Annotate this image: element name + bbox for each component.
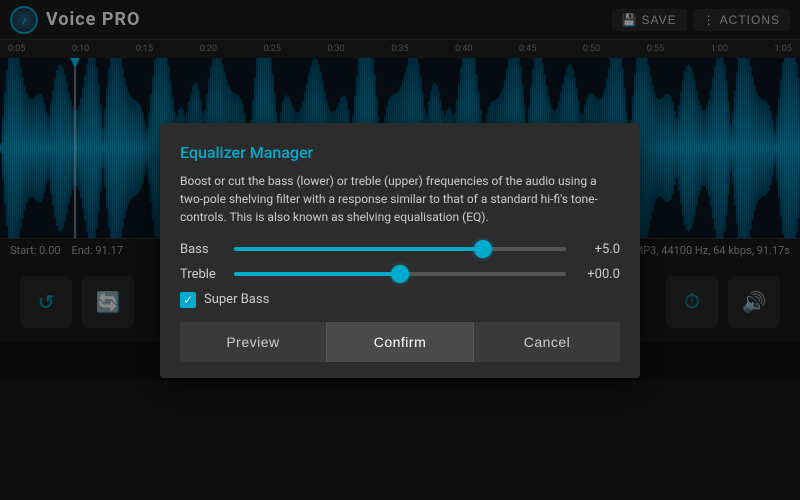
preview-button[interactable]: Preview	[180, 322, 326, 362]
treble-fill	[234, 272, 400, 276]
bass-value: +5.0	[576, 242, 620, 257]
bass-thumb	[474, 240, 492, 258]
treble-thumb	[391, 265, 409, 283]
cancel-button[interactable]: Cancel	[473, 322, 620, 362]
super-bass-label: Super Bass	[204, 292, 269, 307]
treble-slider-row: Treble +00.0	[180, 267, 620, 282]
bass-fill	[234, 247, 483, 251]
super-bass-checkbox[interactable]: ✓	[180, 292, 196, 308]
confirm-button[interactable]: Confirm	[326, 322, 473, 362]
dialog-buttons: Preview Confirm Cancel	[180, 322, 620, 362]
super-bass-row[interactable]: ✓ Super Bass	[180, 292, 620, 308]
dialog-description: Boost or cut the bass (lower) or treble …	[180, 172, 620, 226]
treble-value: +00.0	[576, 267, 620, 282]
treble-slider[interactable]	[234, 272, 566, 276]
equalizer-dialog: Equalizer Manager Boost or cut the bass …	[160, 123, 640, 378]
bass-slider-row: Bass +5.0	[180, 242, 620, 257]
overlay: Equalizer Manager Boost or cut the bass …	[0, 0, 800, 500]
bass-slider[interactable]	[234, 247, 566, 251]
dialog-title: Equalizer Manager	[180, 143, 620, 162]
bass-label: Bass	[180, 242, 224, 257]
treble-label: Treble	[180, 267, 224, 282]
